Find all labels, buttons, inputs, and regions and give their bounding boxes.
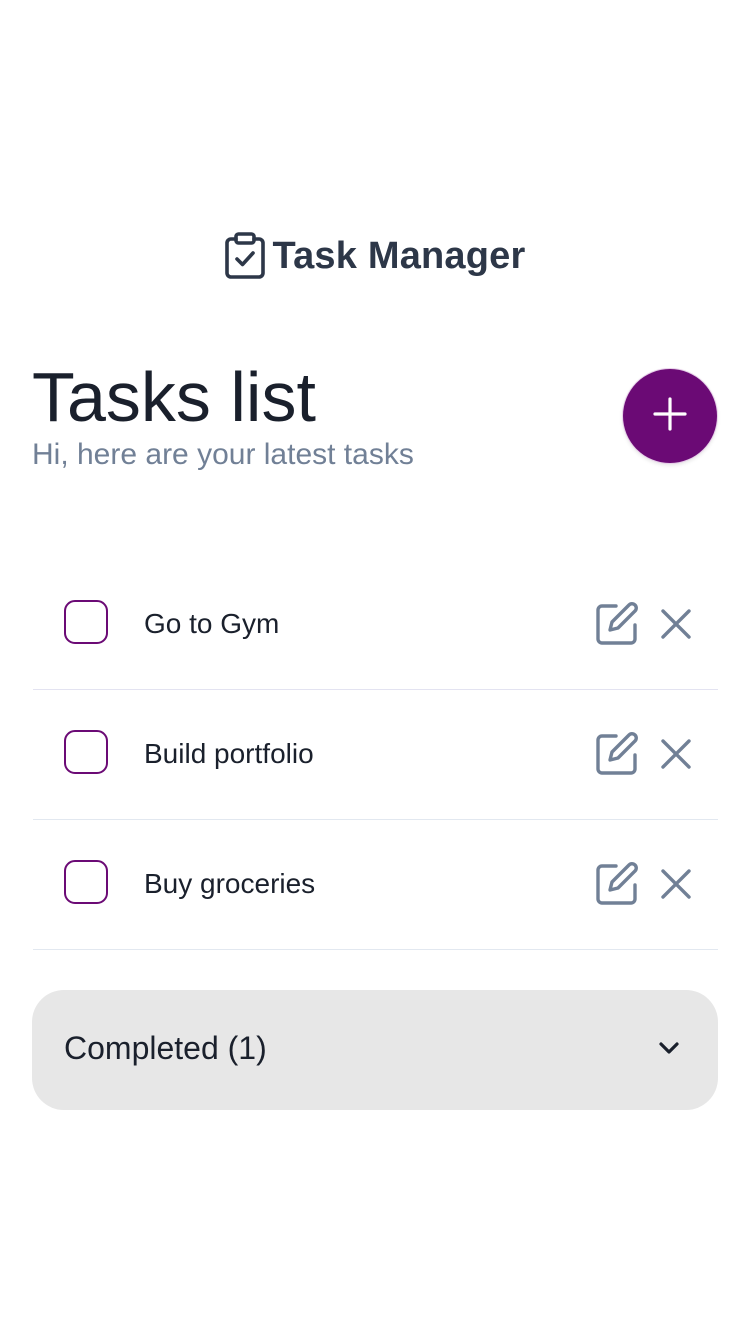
task-row: Buy groceries — [33, 820, 718, 950]
task-label: Buy groceries — [144, 868, 316, 899]
edit-icon[interactable] — [594, 601, 640, 647]
close-icon[interactable] — [658, 866, 694, 902]
close-icon[interactable] — [658, 736, 694, 772]
task-row: Go to Gym — [33, 560, 718, 690]
task-checkbox[interactable] — [64, 860, 108, 904]
heading-block: Tasks list Hi, here are your latest task… — [32, 356, 414, 474]
add-task-button[interactable] — [623, 369, 717, 463]
edit-icon[interactable] — [594, 731, 640, 777]
close-icon[interactable] — [658, 606, 694, 642]
task-label: Go to Gym — [144, 608, 280, 639]
completed-section-toggle[interactable]: Completed (1) — [32, 990, 718, 1110]
task-list: Go to Gym Build portfolio Buy groceries — [33, 560, 718, 950]
completed-label: Completed (1) — [64, 1030, 267, 1066]
edit-icon[interactable] — [594, 861, 640, 907]
plus-icon — [653, 396, 687, 436]
task-row: Build portfolio — [33, 690, 718, 820]
task-checkbox[interactable] — [64, 600, 108, 644]
page-subtitle: Hi, here are your latest tasks — [32, 438, 414, 471]
task-checkbox[interactable] — [64, 730, 108, 774]
task-manager-page: Task Manager Tasks list Hi, here are you… — [0, 0, 750, 1334]
clipboard-check-icon — [224, 231, 266, 281]
page-title: Tasks list — [32, 358, 316, 436]
app-header: Task Manager — [0, 228, 750, 284]
chevron-down-icon — [655, 1034, 683, 1062]
app-title: Task Manager — [272, 234, 526, 277]
task-label: Build portfolio — [144, 738, 314, 769]
